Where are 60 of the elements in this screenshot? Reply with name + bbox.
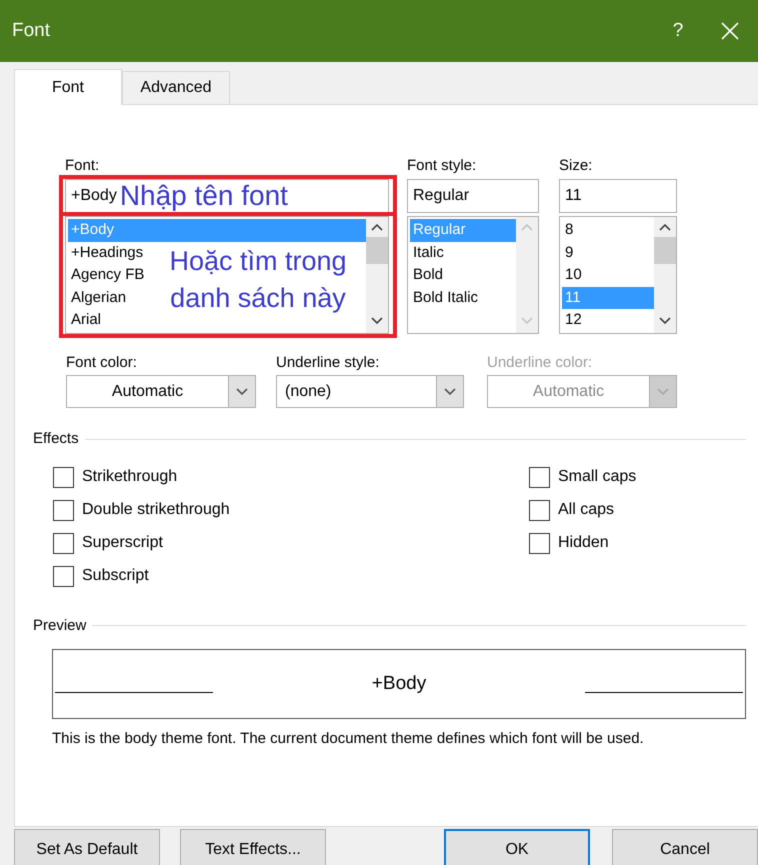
- checkbox-label[interactable]: Double strikethrough: [82, 498, 230, 522]
- list-item[interactable]: Bold Italic: [410, 286, 480, 309]
- scrollbar[interactable]: [366, 217, 388, 333]
- list-item[interactable]: 12: [562, 309, 584, 332]
- list-item[interactable]: 8: [562, 219, 576, 242]
- caret-icon[interactable]: [444, 388, 456, 396]
- close-icon[interactable]: [721, 22, 739, 40]
- scroll-up-icon[interactable]: [659, 223, 671, 231]
- list-item[interactable]: 9: [562, 242, 576, 264]
- scroll-down-icon[interactable]: [371, 317, 383, 325]
- dialog-button[interactable]: Set As Default: [14, 829, 160, 865]
- window-title: Font: [12, 18, 52, 43]
- tab[interactable]: Font: [14, 69, 122, 105]
- checkbox[interactable]: [529, 532, 550, 554]
- scroll-thumb[interactable]: [366, 237, 388, 264]
- checkbox[interactable]: [529, 466, 550, 488]
- checkbox[interactable]: [529, 500, 550, 520]
- checkbox[interactable]: [53, 532, 74, 554]
- field-label: Font:: [65, 157, 100, 175]
- list-item[interactable]: +Headings: [68, 242, 146, 264]
- checkbox-label[interactable]: Hidden: [558, 531, 609, 555]
- scrollbar[interactable]: [654, 217, 676, 333]
- field-label: Font color:: [66, 353, 138, 373]
- list-item[interactable]: Arial: [68, 309, 104, 332]
- checkbox[interactable]: [53, 566, 74, 586]
- list-item[interactable]: Bold: [410, 264, 446, 286]
- dropdown[interactable]: Automatic: [66, 375, 256, 408]
- help-button[interactable]: ?: [654, 16, 702, 46]
- checkbox-label[interactable]: Subscript: [82, 564, 149, 588]
- list-item[interactable]: 10: [562, 264, 584, 286]
- dropdown[interactable]: (none): [276, 375, 464, 408]
- checkbox[interactable]: [53, 500, 74, 520]
- field-label: Size:: [559, 157, 592, 175]
- list-item[interactable]: Italic: [410, 242, 446, 264]
- scroll-up-icon[interactable]: [371, 223, 383, 231]
- section-label: Preview: [33, 616, 86, 636]
- checkbox-label[interactable]: All caps: [558, 498, 614, 522]
- field-label: Underline style:: [276, 353, 380, 373]
- description-text: This is the body theme font. The current document theme defines which font will be used.: [52, 729, 645, 749]
- list-item[interactable]: Algerian: [68, 286, 128, 309]
- checkbox[interactable]: [53, 466, 74, 488]
- annotation-text: Nhập tên font: [120, 181, 288, 211]
- field-label: Font style:: [407, 157, 476, 175]
- caret-icon[interactable]: [236, 388, 248, 396]
- scroll-down-icon[interactable]: [659, 317, 671, 325]
- checkbox-label[interactable]: Strikethrough: [82, 465, 178, 489]
- text-field[interactable]: 11: [559, 179, 677, 213]
- section-label: Effects: [33, 429, 79, 449]
- preview-text: +Body: [372, 672, 426, 694]
- field-label: Underline color:: [487, 353, 594, 373]
- annotation-text: Hoặc tìm trong danh sách này: [168, 245, 348, 315]
- dialog-button[interactable]: Text Effects...: [180, 829, 326, 865]
- dialog-button[interactable]: Cancel: [612, 829, 758, 865]
- checkbox-label[interactable]: Small caps: [558, 465, 636, 489]
- tab[interactable]: Advanced: [122, 71, 230, 104]
- checkbox-label[interactable]: Superscript: [82, 531, 163, 555]
- scroll-thumb[interactable]: [654, 237, 676, 264]
- list-item[interactable]: Agency FB: [68, 264, 146, 286]
- text-field[interactable]: Regular: [407, 179, 539, 213]
- dialog-button[interactable]: OK: [444, 829, 590, 865]
